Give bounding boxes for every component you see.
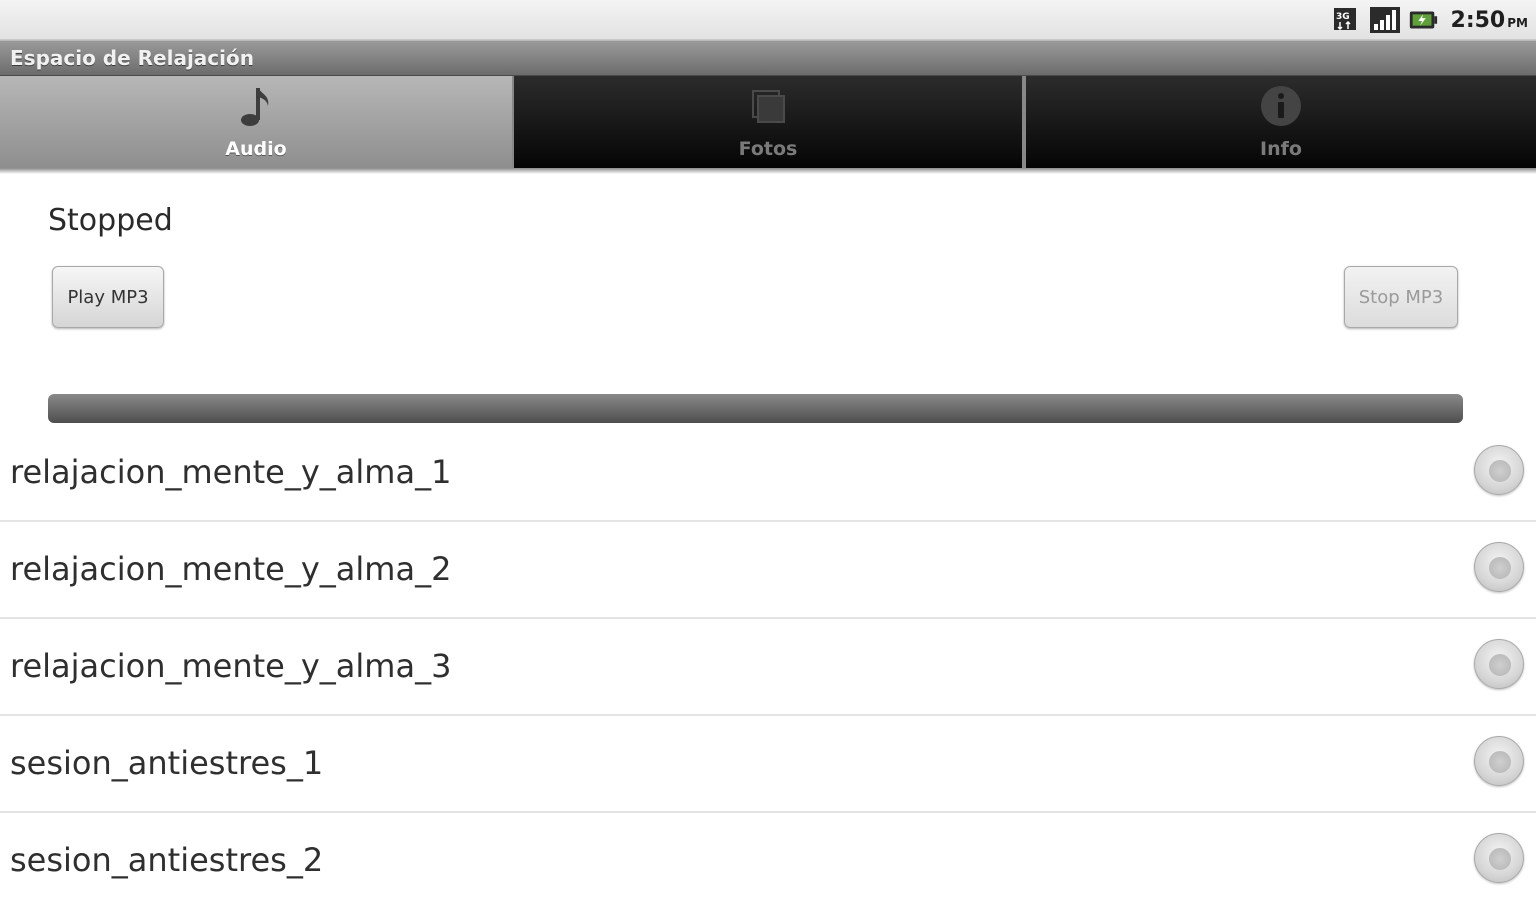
- track-name: relajacion_mente_y_alma_2: [10, 550, 452, 588]
- signal-strength-icon: [1369, 6, 1401, 34]
- track-name: sesion_antiestres_1: [10, 744, 324, 782]
- play-mp3-button[interactable]: Play MP3: [52, 266, 164, 328]
- app-title-bar: Espacio de Relajación: [0, 40, 1536, 76]
- track-list: relajacion_mente_y_alma_1 relajacion_men…: [0, 425, 1536, 900]
- music-note-icon: [232, 82, 280, 130]
- track-radio-button[interactable]: [1474, 639, 1524, 689]
- battery-icon: [1407, 6, 1439, 34]
- tab-fotos-label: Fotos: [738, 138, 798, 160]
- track-radio-button[interactable]: [1474, 736, 1524, 786]
- info-icon: [1257, 82, 1305, 130]
- status-icons: 3G 2:50 PM: [1331, 4, 1528, 36]
- track-radio-button[interactable]: [1474, 542, 1524, 592]
- track-item[interactable]: relajacion_mente_y_alma_2: [0, 522, 1536, 619]
- stop-mp3-button[interactable]: Stop MP3: [1344, 266, 1458, 328]
- svg-text:3G: 3G: [1336, 12, 1350, 22]
- track-name: relajacion_mente_y_alma_1: [10, 453, 452, 491]
- clock-ampm: PM: [1507, 15, 1528, 30]
- tabs-shadow: [0, 168, 1536, 174]
- clock: 2:50 PM: [1451, 8, 1528, 33]
- track-item[interactable]: relajacion_mente_y_alma_3: [0, 619, 1536, 716]
- track-radio-button[interactable]: [1474, 445, 1524, 495]
- playback-status: Stopped: [48, 203, 173, 238]
- track-radio-button[interactable]: [1474, 833, 1524, 883]
- tab-audio-label: Audio: [225, 138, 287, 160]
- tab-info[interactable]: Info: [1026, 76, 1536, 168]
- 3g-data-icon: 3G: [1331, 6, 1363, 34]
- track-name: relajacion_mente_y_alma_3: [10, 647, 452, 685]
- tab-fotos[interactable]: Fotos: [514, 76, 1022, 168]
- tab-bar: Audio Fotos Info: [0, 76, 1536, 172]
- status-bar: 3G 2:50 PM: [0, 0, 1536, 40]
- track-name: sesion_antiestres_2: [10, 841, 324, 879]
- app-title: Espacio de Relajación: [10, 46, 254, 70]
- track-item[interactable]: sesion_antiestres_1: [0, 716, 1536, 813]
- tab-audio[interactable]: Audio: [0, 76, 512, 168]
- tab-info-label: Info: [1260, 138, 1302, 160]
- track-item[interactable]: sesion_antiestres_2: [0, 813, 1536, 900]
- clock-time: 2:50: [1450, 7, 1506, 33]
- photo-gallery-icon: [744, 82, 792, 130]
- playback-progress-bar: [48, 394, 1463, 423]
- track-item[interactable]: relajacion_mente_y_alma_1: [0, 425, 1536, 522]
